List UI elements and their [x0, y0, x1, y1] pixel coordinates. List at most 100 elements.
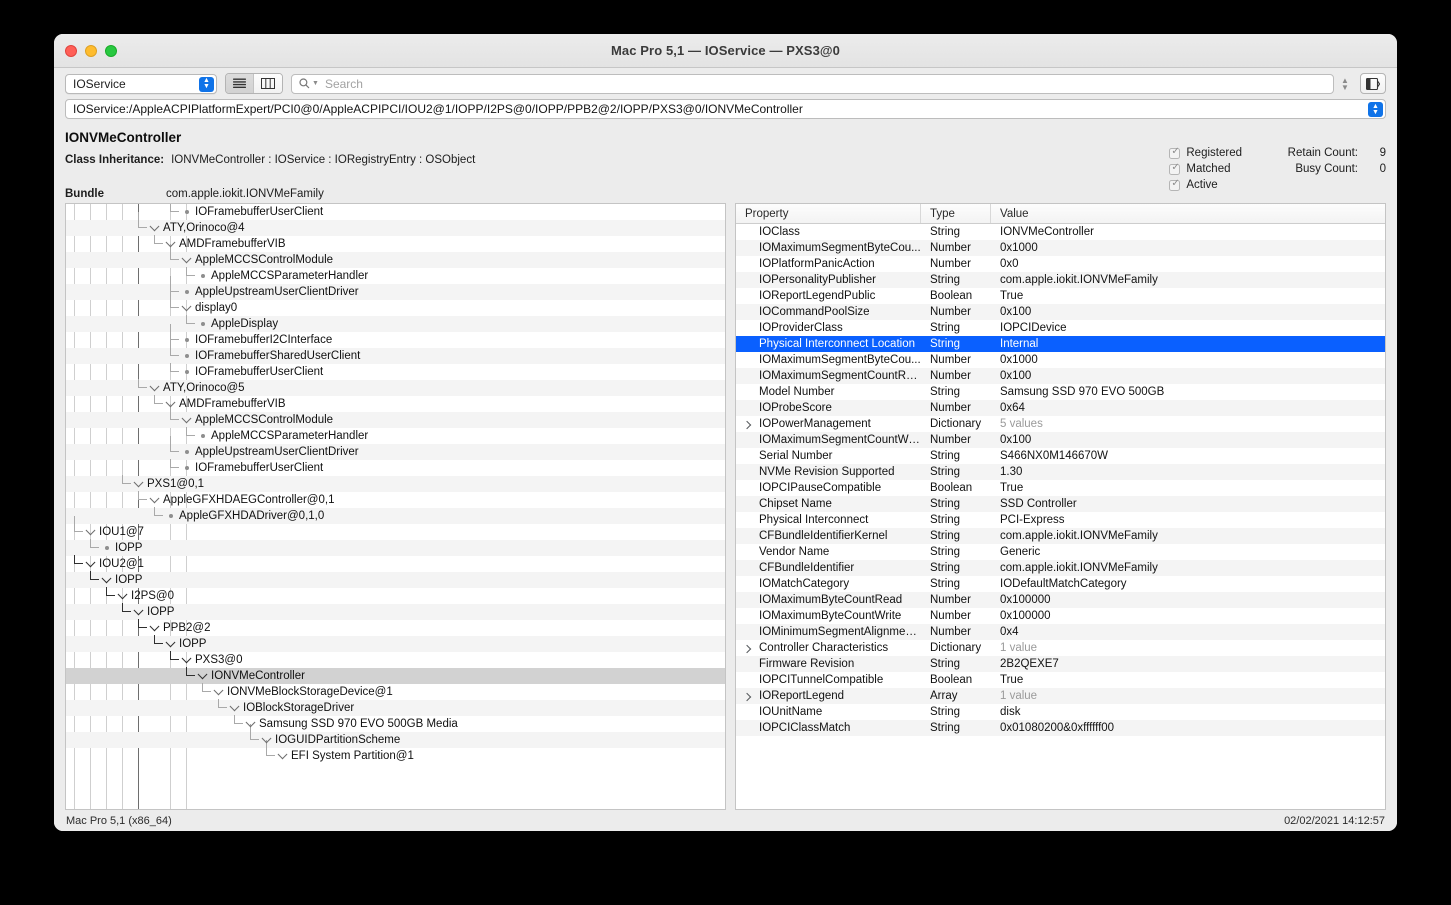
chevron-down-icon[interactable] [212, 684, 225, 700]
tree-row[interactable]: IONVMeController [66, 667, 725, 684]
property-row[interactable]: IOPowerManagement Dictionary 5 values [736, 416, 1385, 432]
chevron-down-icon[interactable] [148, 620, 161, 636]
tree-row[interactable]: AMDFramebufferVIB [66, 235, 725, 252]
chevron-down-icon[interactable] [164, 396, 177, 412]
tree-row[interactable]: AppleDisplay [66, 315, 725, 332]
tree-row[interactable]: PXS1@0,1 [66, 475, 725, 492]
tree-row[interactable]: EFI System Partition@1 [66, 740, 725, 764]
tree-row[interactable]: IOU1@7 [66, 516, 725, 540]
chevron-down-icon[interactable] [244, 716, 257, 732]
tree-row[interactable]: ATY,Orinoco@5 [66, 379, 725, 396]
view-mode-segmented-control[interactable] [225, 73, 283, 94]
search-field[interactable]: ▼ [291, 73, 1334, 94]
property-row[interactable]: IOMinimumSegmentAlignmen... Number 0x4 [736, 624, 1385, 640]
property-row[interactable]: Vendor Name String Generic [736, 544, 1385, 560]
property-row[interactable]: Controller Characteristics Dictionary 1 va… [736, 640, 1385, 656]
property-row[interactable]: IOProviderClass String IOPCIDevice [736, 320, 1385, 336]
tree-row[interactable]: AppleUpstreamUserClientDriver [66, 276, 725, 300]
chevron-down-icon[interactable] [180, 252, 193, 268]
chevron-down-icon[interactable] [84, 556, 97, 572]
tree-row[interactable]: I2PS@0 [66, 587, 725, 604]
chevron-down-icon[interactable] [180, 300, 193, 316]
chevron-right-icon[interactable] [742, 420, 752, 430]
tree-row[interactable]: IOPP [66, 571, 725, 588]
property-row[interactable]: Model Number String Samsung SSD 970 EVO 50… [736, 384, 1385, 400]
search-stepper[interactable]: ▲ ▼ [1338, 74, 1352, 94]
tree-row[interactable]: IOBlockStorageDriver [66, 699, 725, 716]
chevron-down-icon[interactable] [116, 588, 129, 604]
property-row[interactable]: IOCommandPoolSize Number 0x100 [736, 304, 1385, 320]
property-row[interactable]: IOMatchCategory String IODefaultMatchCateg… [736, 576, 1385, 592]
tree-row[interactable]: IOFramebufferUserClient [66, 363, 725, 380]
tree-row[interactable]: ATY,Orinoco@4 [66, 212, 725, 236]
tree-row[interactable]: IONVMeBlockStorageDevice@1 [66, 683, 725, 700]
chevron-down-icon[interactable] [228, 700, 241, 716]
column-view-icon[interactable] [254, 74, 282, 93]
tree-row[interactable]: AppleUpstreamUserClientDriver [66, 436, 725, 460]
property-row[interactable]: Serial Number String S466NX0M146670W [736, 448, 1385, 464]
tree-row[interactable]: IOPP [66, 635, 725, 652]
flag-matched[interactable]: Matched [1169, 162, 1242, 175]
pane-splitter[interactable] [726, 203, 735, 810]
tree-row[interactable]: IOFramebufferUserClient [66, 204, 725, 220]
property-row[interactable]: IOUnitName String disk [736, 704, 1385, 720]
tree-row[interactable]: PXS3@0 [66, 651, 725, 668]
chevron-down-icon[interactable] [132, 604, 145, 620]
property-row[interactable]: CFBundleIdentifierKernel String com.apple.… [736, 528, 1385, 544]
path-field[interactable]: IOService:/AppleACPIPlatformExpert/PCI0@… [65, 99, 1386, 119]
property-row[interactable]: Physical Interconnect Location String Inte… [736, 336, 1385, 352]
plane-select[interactable]: IOService ▲ ▼ [65, 73, 217, 94]
property-row[interactable]: IOMaximumSegmentCountWrite Number 0x100 [736, 432, 1385, 448]
property-table-body[interactable]: IOClass String IONVMeController IOMaximumSe… [736, 224, 1385, 809]
chevron-down-icon[interactable] [132, 476, 145, 492]
tree-row[interactable]: IOPP [66, 539, 725, 556]
chevron-down-icon[interactable] [148, 492, 161, 508]
property-row[interactable]: IOMaximumSegmentByteCou... Number 0x1000 [736, 352, 1385, 368]
chevron-down-icon[interactable] [196, 668, 209, 684]
tree-row[interactable]: AppleGFXHDAEGController@0,1 [66, 491, 725, 508]
tree-row[interactable]: AppleMCCSControlModule [66, 404, 725, 428]
property-row[interactable]: IOReportLegend Array 1 value [736, 688, 1385, 704]
property-row[interactable]: IOMaximumSegmentByteCou... Number 0x1000 [736, 240, 1385, 256]
tree-row[interactable]: IOFramebufferI2CInterface [66, 324, 725, 348]
property-row[interactable]: IOPCIClassMatch String 0x01080200&0xffffff… [736, 720, 1385, 736]
sidebar-toggle-button[interactable] [1360, 73, 1386, 94]
column-header-property[interactable]: Property [736, 204, 921, 223]
chevron-down-icon[interactable] [260, 732, 273, 748]
search-input[interactable] [322, 75, 1326, 92]
property-row[interactable]: IOClass String IONVMeController [736, 224, 1385, 240]
property-row[interactable]: NVMe Revision Supported String 1.30 [736, 464, 1385, 480]
property-row[interactable]: Physical Interconnect String PCI-Express [736, 512, 1385, 528]
chevron-right-icon[interactable] [742, 644, 752, 654]
chevron-down-icon[interactable] [180, 652, 193, 668]
tree-row[interactable]: AppleMCCSControlModule [66, 244, 725, 268]
path-chevron-updown-icon[interactable]: ▲ ▼ [1368, 102, 1383, 117]
property-row[interactable]: IOPlatformPanicAction Number 0x0 [736, 256, 1385, 272]
property-row[interactable]: IOMaximumByteCountWrite Number 0x100000 [736, 608, 1385, 624]
tree-row[interactable]: AppleMCCSParameterHandler [66, 427, 725, 444]
tree-row[interactable]: PPB2@2 [66, 619, 725, 636]
chevron-down-icon[interactable] [180, 412, 193, 428]
property-row[interactable]: CFBundleIdentifier String com.apple.iokit.… [736, 560, 1385, 576]
tree-row[interactable]: display0 [66, 292, 725, 316]
search-dropdown-icon[interactable]: ▼ [312, 80, 319, 87]
chevron-down-icon[interactable] [164, 236, 177, 252]
property-row[interactable]: IOPersonalityPublisher String com.apple.io… [736, 272, 1385, 288]
tree-row[interactable]: Samsung SSD 970 EVO 500GB Media [66, 715, 725, 732]
chevron-down-icon[interactable] [148, 220, 161, 236]
list-view-icon[interactable] [226, 74, 254, 93]
property-row[interactable]: IOPCITunnelCompatible Boolean True [736, 672, 1385, 688]
chevron-right-icon[interactable] [742, 692, 752, 702]
flag-active[interactable]: Active [1169, 178, 1242, 191]
tree-row[interactable]: AppleGFXHDADriver@0,1,0 [66, 507, 725, 524]
column-header-type[interactable]: Type [921, 204, 991, 223]
chevron-down-icon[interactable] [164, 636, 177, 652]
property-row[interactable]: IOMaximumByteCountRead Number 0x100000 [736, 592, 1385, 608]
column-header-value[interactable]: Value [991, 204, 1385, 223]
tree-row[interactable]: AppleMCCSParameterHandler [66, 267, 725, 284]
property-row[interactable]: IOProbeScore Number 0x64 [736, 400, 1385, 416]
tree-row[interactable]: IOFramebufferSharedUserClient [66, 340, 725, 364]
property-row[interactable]: IOMaximumSegmentCountRead Number 0x100 [736, 368, 1385, 384]
tree-row[interactable]: IOFramebufferUserClient [66, 459, 725, 476]
tree-row[interactable]: IOGUIDPartitionScheme [66, 724, 725, 748]
